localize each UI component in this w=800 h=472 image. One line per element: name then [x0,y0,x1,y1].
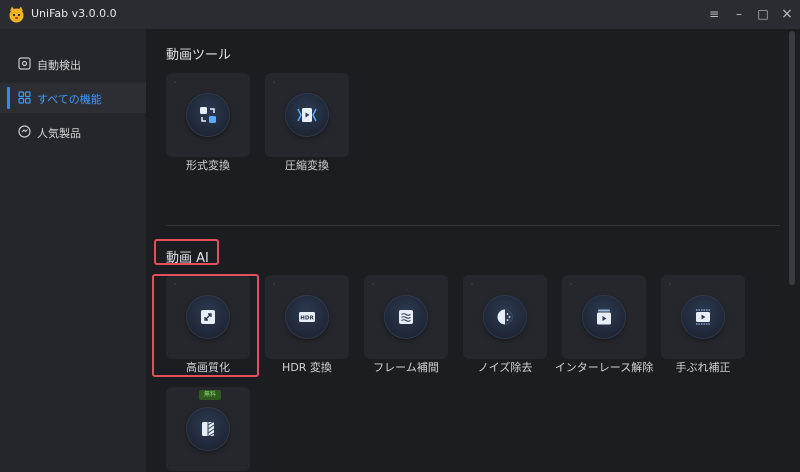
convert-icon [187,94,229,136]
hdr-icon: HDR [286,296,328,338]
minimize-button[interactable]: – [731,6,747,22]
sidebar: 自動検出 すべての機能 人気製品 [0,29,146,472]
close-button[interactable]: × [779,6,795,22]
card-deinterlace[interactable] [562,275,646,359]
card-dot [273,283,275,285]
svg-text:HDR: HDR [300,315,314,321]
free-badge: 無料 [199,390,221,400]
scrollbar[interactable] [788,29,796,472]
card-dot [372,283,374,285]
sidebar-item-label: すべての機能 [37,93,102,106]
card-stabilize[interactable] [661,275,745,359]
card-label: インターレース解除 [554,361,654,374]
card-label: ノイズ除去 [477,361,533,374]
app-title: UniFab v3.0.0.0 [31,7,117,20]
split-icon [187,408,229,450]
section-title-video-tools: 動画ツール [166,48,232,63]
active-indicator [7,87,10,109]
main-content: 動画ツール 形式変換 圧縮変換 動画 AI 高画質化 HDR HDR 変換 フレ… [146,29,800,472]
maximize-button[interactable]: □ [755,6,771,22]
card-label: 手ぶれ補正 [675,361,731,374]
card-hdr-convert[interactable]: HDR [265,275,349,359]
section-title-highlight [154,239,219,265]
card-format-convert[interactable] [166,73,250,157]
sidebar-item-label: 自動検出 [37,59,81,72]
menu-icon[interactable]: ≡ [706,6,722,22]
card-compress-convert[interactable] [265,73,349,157]
card-label: HDR 変換 [282,361,332,374]
section-divider [166,225,780,226]
denoise-icon [484,296,526,338]
card-dot [570,283,572,285]
grid-icon [18,91,31,104]
deinterlace-icon [583,296,625,338]
scrollbar-thumb[interactable] [789,31,795,285]
card-split[interactable]: 無料 [166,387,250,471]
stabilize-icon [682,296,724,338]
card-dot [174,81,176,83]
unifab-logo-icon [9,6,24,23]
title-bar: UniFab v3.0.0.0 ≡ – □ × [0,0,800,29]
card-dot [669,283,671,285]
sidebar-item-label: 人気製品 [37,127,81,140]
sidebar-item-all-features[interactable]: すべての機能 [0,83,146,113]
compress-icon [286,94,328,136]
card-dot [273,81,275,83]
card-frame-interpolation[interactable] [364,275,448,359]
frame-interpolation-icon [385,296,427,338]
card-denoise[interactable] [463,275,547,359]
card-label: 圧縮変換 [285,159,329,172]
card-dot [471,283,473,285]
sidebar-item-popular[interactable]: 人気製品 [0,117,146,147]
sidebar-item-auto-detect[interactable]: 自動検出 [0,49,146,79]
auto-detect-icon [18,57,31,70]
card-label: 形式変換 [186,159,230,172]
card-label: フレーム補間 [373,361,439,374]
popular-icon [18,125,31,138]
card-highlight [152,274,259,377]
